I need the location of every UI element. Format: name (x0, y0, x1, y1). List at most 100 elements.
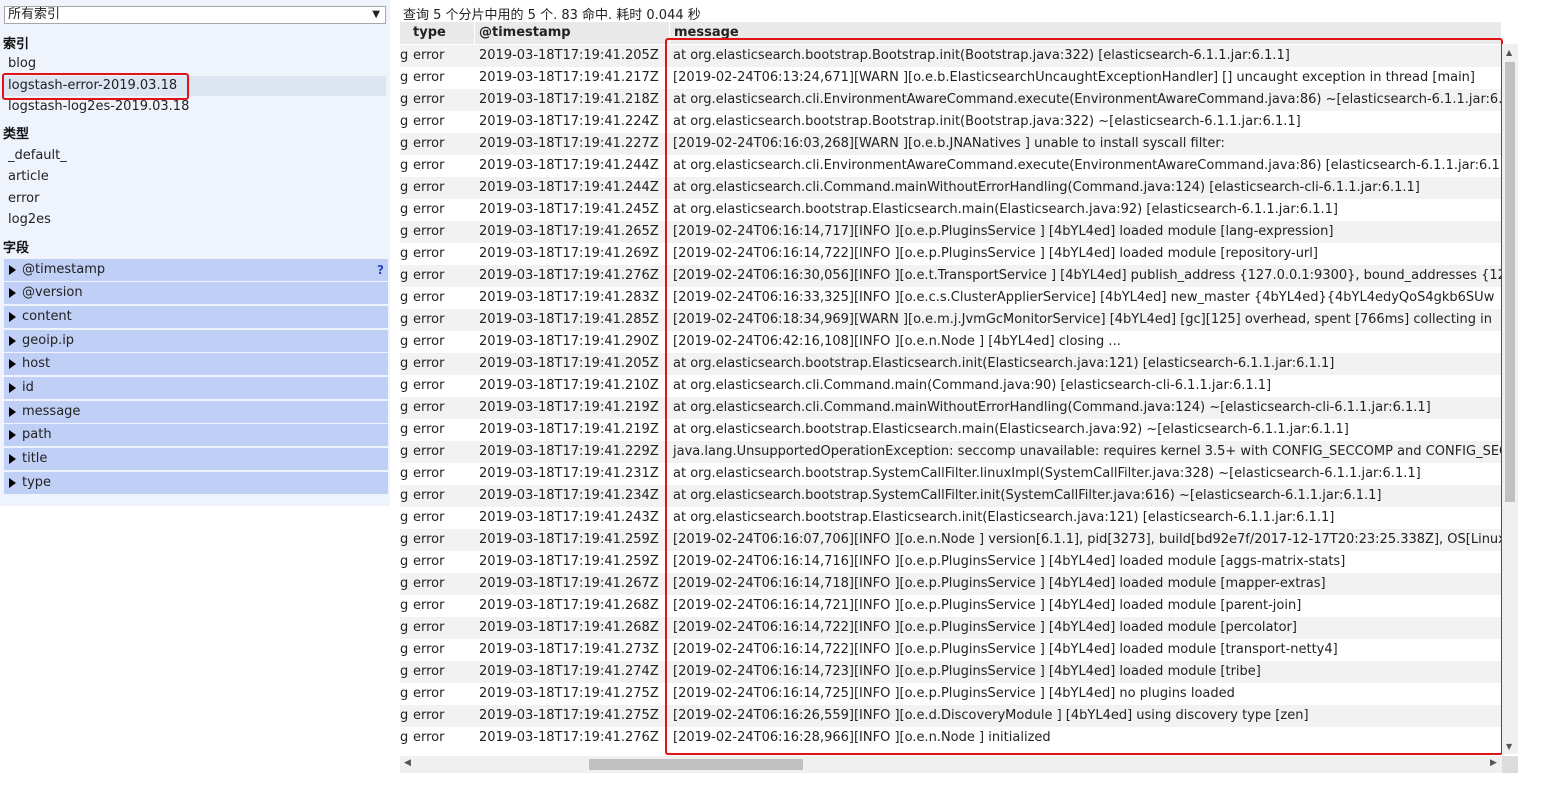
type-item-error[interactable]: error (4, 189, 386, 209)
table-row[interactable]: g error 2019-03-18T17:19:41.227Z [2019-02-2… (400, 133, 1502, 155)
table-row[interactable]: g error 2019-03-18T17:19:41.218Z at org.ela… (400, 89, 1502, 111)
cell-type: error (413, 378, 445, 393)
table-row[interactable]: g error 2019-03-18T17:19:41.244Z at org.ela… (400, 155, 1502, 177)
cell-type: error (413, 70, 445, 85)
cell-timestamp: 2019-03-18T17:19:41.274Z (479, 664, 659, 679)
table-row[interactable]: g error 2019-03-18T17:19:41.234Z at org.ela… (400, 485, 1502, 507)
table-row[interactable]: g error 2019-03-18T17:19:41.265Z [2019-02-2… (400, 221, 1502, 243)
table-row[interactable]: g error 2019-03-18T17:19:41.283Z [2019-02-2… (400, 287, 1502, 309)
cell-message: [2019-02-24T06:16:14,717][INFO ][o.e.p.P… (673, 224, 1334, 239)
table-row[interactable]: g error 2019-03-18T17:19:41.210Z at org.ela… (400, 375, 1502, 397)
table-row[interactable]: g error 2019-03-18T17:19:41.219Z at org.ela… (400, 397, 1502, 419)
scroll-down-arrow-icon[interactable]: ▼ (1506, 742, 1512, 751)
table-row[interactable]: g error 2019-03-18T17:19:41.269Z [2019-02-2… (400, 243, 1502, 265)
table-row[interactable]: g error 2019-03-18T17:19:41.243Z at org.ela… (400, 507, 1502, 529)
field-item-geoip-ip[interactable]: geoip.ip (4, 330, 388, 352)
field-item-type[interactable]: type (4, 472, 388, 494)
scroll-left-arrow-icon[interactable]: ◀ (404, 758, 411, 768)
cell-type: error (413, 642, 445, 657)
cell-truncated: g (400, 290, 409, 305)
column-header-timestamp[interactable]: @timestamp (475, 22, 670, 44)
cell-type: error (413, 686, 445, 701)
cell-type: error (413, 158, 445, 173)
index-select[interactable]: 所有索引 ▼ (4, 6, 386, 24)
cell-timestamp: 2019-03-18T17:19:41.276Z (479, 268, 659, 283)
table-row[interactable]: g error 2019-03-18T17:19:41.259Z [2019-02-2… (400, 551, 1502, 573)
cell-timestamp: 2019-03-18T17:19:41.259Z (479, 532, 659, 547)
index-item-logstash-error[interactable]: logstash-error-2019.03.18 (4, 76, 386, 96)
field-item-version[interactable]: @version (4, 282, 388, 304)
field-item-content[interactable]: content (4, 306, 388, 328)
cell-truncated: g (400, 224, 409, 239)
type-item-log2es[interactable]: log2es (4, 210, 386, 230)
vertical-scrollbar[interactable]: ▲ ▼ (1502, 44, 1518, 754)
table-row[interactable]: g error 2019-03-18T17:19:41.219Z at org.ela… (400, 419, 1502, 441)
field-item-path[interactable]: path (4, 424, 388, 446)
table-row[interactable]: g error 2019-03-18T17:19:41.274Z [2019-02-2… (400, 661, 1502, 683)
horizontal-scroll-thumb[interactable] (589, 759, 803, 770)
table-row[interactable]: g error 2019-03-18T17:19:41.273Z [2019-02-2… (400, 639, 1502, 661)
cell-truncated: g (400, 708, 409, 723)
vertical-scroll-thumb[interactable] (1505, 62, 1515, 502)
table-row[interactable]: g error 2019-03-18T17:19:41.231Z at org.ela… (400, 463, 1502, 485)
field-item-id[interactable]: id (4, 377, 388, 399)
field-item-host[interactable]: host (4, 353, 388, 375)
help-icon[interactable]: ? (377, 259, 384, 281)
cell-timestamp: 2019-03-18T17:19:41.265Z (479, 224, 659, 239)
table-row[interactable]: g error 2019-03-18T17:19:41.276Z [2019-02-2… (400, 265, 1502, 287)
cell-type: error (413, 312, 445, 327)
table-row[interactable]: g error 2019-03-18T17:19:41.229Z java.lang.… (400, 441, 1502, 463)
type-item-article[interactable]: article (4, 167, 386, 187)
cell-timestamp: 2019-03-18T17:19:41.231Z (479, 466, 659, 481)
table-row[interactable]: g error 2019-03-18T17:19:41.259Z [2019-02-2… (400, 529, 1502, 551)
table-row[interactable]: g error 2019-03-18T17:19:41.245Z at org.ela… (400, 199, 1502, 221)
table-row[interactable]: g error 2019-03-18T17:19:41.285Z [2019-02-2… (400, 309, 1502, 331)
table-row[interactable]: g error 2019-03-18T17:19:41.205Z at org.ela… (400, 353, 1502, 375)
cell-timestamp: 2019-03-18T17:19:41.205Z (479, 356, 659, 371)
table-row[interactable]: g error 2019-03-18T17:19:41.276Z [2019-02-2… (400, 727, 1502, 749)
table-row[interactable]: g error 2019-03-18T17:19:41.268Z [2019-02-2… (400, 595, 1502, 617)
table-row[interactable]: g error 2019-03-18T17:19:41.275Z [2019-02-2… (400, 683, 1502, 705)
index-item-logstash-log2es[interactable]: logstash-log2es-2019.03.18 (4, 97, 386, 117)
cell-type: error (413, 48, 445, 63)
cell-message: at org.elasticsearch.cli.Command.mainWit… (673, 400, 1431, 415)
cell-message: [2019-02-24T06:16:14,722][INFO ][o.e.p.P… (673, 620, 1297, 635)
indices-section-title: 索引 (3, 37, 30, 52)
cell-timestamp: 2019-03-18T17:19:41.285Z (479, 312, 659, 327)
scroll-up-arrow-icon[interactable]: ▲ (1506, 48, 1512, 57)
cell-message: at org.elasticsearch.bootstrap.SystemCal… (673, 466, 1421, 481)
field-item-timestamp[interactable]: @timestamp ? (4, 259, 388, 281)
table-row[interactable]: g error 2019-03-18T17:19:41.268Z [2019-02-2… (400, 617, 1502, 639)
table-row[interactable]: g error 2019-03-18T17:19:41.275Z [2019-02-2… (400, 705, 1502, 727)
index-item-blog[interactable]: blog (4, 54, 386, 74)
cell-timestamp: 2019-03-18T17:19:41.275Z (479, 708, 659, 723)
scroll-right-arrow-icon[interactable]: ▶ (1490, 758, 1497, 768)
table-row[interactable]: g error 2019-03-18T17:19:41.267Z [2019-02-2… (400, 573, 1502, 595)
cell-truncated: g (400, 136, 409, 151)
cell-truncated: g (400, 532, 409, 547)
cell-truncated: g (400, 620, 409, 635)
table-row[interactable]: g error 2019-03-18T17:19:41.217Z [2019-02-2… (400, 67, 1502, 89)
cell-truncated: g (400, 664, 409, 679)
cell-message: [2019-02-24T06:16:28,966][INFO ][o.e.n.N… (673, 730, 1051, 745)
sidebar: 所有索引 ▼ 索引 blog logstash-error-2019.03.18… (0, 0, 390, 506)
table-row[interactable]: g error 2019-03-18T17:19:41.205Z at org.ela… (400, 45, 1502, 67)
column-header-message[interactable]: message (670, 22, 1502, 44)
cell-message: [2019-02-24T06:42:16,108][INFO ][o.e.n.N… (673, 334, 1121, 349)
cell-type: error (413, 180, 445, 195)
cell-truncated: g (400, 510, 409, 525)
type-item-default[interactable]: _default_ (4, 146, 386, 166)
types-section-title: 类型 (3, 127, 30, 142)
table-row[interactable]: g error 2019-03-18T17:19:41.244Z at org.ela… (400, 177, 1502, 199)
cell-truncated: g (400, 92, 409, 107)
field-item-message[interactable]: message (4, 401, 388, 423)
horizontal-scrollbar[interactable]: ◀ ▶ (400, 756, 1502, 773)
field-item-title[interactable]: title (4, 448, 388, 470)
cell-type: error (413, 92, 445, 107)
cell-type: error (413, 708, 445, 723)
table-row[interactable]: g error 2019-03-18T17:19:41.224Z at org.ela… (400, 111, 1502, 133)
expand-triangle-icon (9, 336, 16, 346)
table-row[interactable]: g error 2019-03-18T17:19:41.290Z [2019-02-2… (400, 331, 1502, 353)
expand-triangle-icon (9, 478, 16, 488)
column-header-type[interactable]: type (409, 22, 475, 44)
